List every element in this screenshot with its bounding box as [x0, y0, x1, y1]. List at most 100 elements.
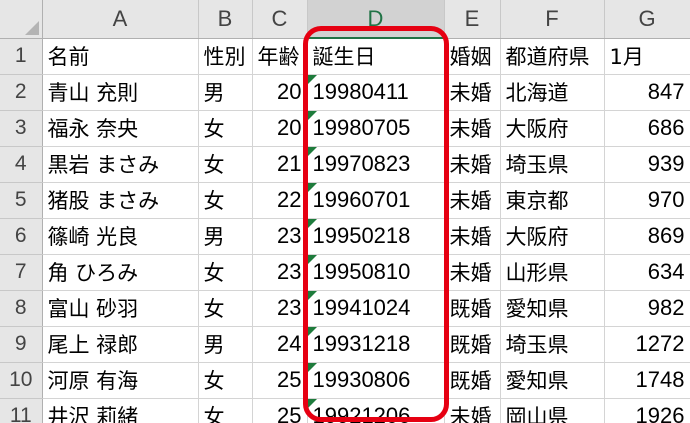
header-january-cell[interactable]: 1月: [604, 38, 690, 75]
column-header-g[interactable]: G: [604, 0, 690, 39]
january-cell[interactable]: 1926: [604, 398, 690, 423]
birthday-cell[interactable]: 19950810: [307, 254, 445, 291]
row-header[interactable]: 8: [0, 290, 43, 327]
column-header-d[interactable]: D: [307, 0, 445, 39]
birthday-value: 19970823: [312, 151, 411, 176]
marital-status-cell[interactable]: 未婚: [444, 110, 501, 147]
header-age-cell[interactable]: 年齢: [252, 38, 308, 75]
name-cell[interactable]: 角 ひろみ: [42, 254, 199, 291]
name-cell[interactable]: 篠崎 光良: [42, 218, 199, 255]
header-prefecture-cell[interactable]: 都道府県: [500, 38, 605, 75]
gender-cell[interactable]: 男: [198, 218, 253, 255]
age-cell[interactable]: 23: [252, 254, 308, 291]
birthday-cell[interactable]: 19980411: [307, 74, 445, 111]
name-cell[interactable]: 河原 有海: [42, 362, 199, 399]
prefecture-cell[interactable]: 愛知県: [500, 290, 605, 327]
marital-status-cell[interactable]: 既婚: [444, 362, 501, 399]
january-cell[interactable]: 939: [604, 146, 690, 183]
row-header[interactable]: 4: [0, 146, 43, 183]
marital-status-cell[interactable]: 既婚: [444, 290, 501, 327]
birthday-cell[interactable]: 19970823: [307, 146, 445, 183]
january-cell[interactable]: 634: [604, 254, 690, 291]
header-birthday-cell[interactable]: 誕生日: [307, 38, 445, 75]
gender-cell[interactable]: 男: [198, 74, 253, 111]
row-header[interactable]: 11: [0, 398, 43, 423]
january-cell[interactable]: 869: [604, 218, 690, 255]
age-cell[interactable]: 24: [252, 326, 308, 363]
marital-status-cell[interactable]: 未婚: [444, 182, 501, 219]
age-cell[interactable]: 23: [252, 290, 308, 327]
age-cell[interactable]: 23: [252, 218, 308, 255]
column-header-f[interactable]: F: [500, 0, 605, 39]
prefecture-cell[interactable]: 岡山県: [500, 398, 605, 423]
january-cell[interactable]: 686: [604, 110, 690, 147]
birthday-cell[interactable]: 19941024: [307, 290, 445, 327]
january-cell[interactable]: 1748: [604, 362, 690, 399]
prefecture-cell[interactable]: 埼玉県: [500, 146, 605, 183]
column-header-c[interactable]: C: [252, 0, 308, 39]
january-cell[interactable]: 982: [604, 290, 690, 327]
birthday-value: 19921206: [312, 403, 411, 423]
birthday-cell[interactable]: 19930806: [307, 362, 445, 399]
age-cell[interactable]: 20: [252, 110, 308, 147]
birthday-cell[interactable]: 19980705: [307, 110, 445, 147]
prefecture-cell[interactable]: 愛知県: [500, 362, 605, 399]
name-cell[interactable]: 猪股 まさみ: [42, 182, 199, 219]
row-header[interactable]: 1: [0, 38, 43, 75]
gender-cell[interactable]: 女: [198, 398, 253, 423]
row-header[interactable]: 9: [0, 326, 43, 363]
marital-status-cell[interactable]: 未婚: [444, 74, 501, 111]
marital-status-cell[interactable]: 未婚: [444, 146, 501, 183]
prefecture-cell[interactable]: 山形県: [500, 254, 605, 291]
row-header[interactable]: 7: [0, 254, 43, 291]
january-cell[interactable]: 847: [604, 74, 690, 111]
birthday-cell[interactable]: 19950218: [307, 218, 445, 255]
marital-status-cell[interactable]: 未婚: [444, 254, 501, 291]
age-cell[interactable]: 20: [252, 74, 308, 111]
age-cell[interactable]: 22: [252, 182, 308, 219]
row-header[interactable]: 3: [0, 110, 43, 147]
gender-cell[interactable]: 男: [198, 326, 253, 363]
prefecture-cell[interactable]: 北海道: [500, 74, 605, 111]
gender-cell[interactable]: 女: [198, 362, 253, 399]
row-header[interactable]: 2: [0, 74, 43, 111]
marital-status-cell[interactable]: 既婚: [444, 326, 501, 363]
column-header-a[interactable]: A: [42, 0, 199, 39]
header-gender-cell[interactable]: 性別: [198, 38, 253, 75]
prefecture-cell[interactable]: 東京都: [500, 182, 605, 219]
name-cell[interactable]: 青山 充則: [42, 74, 199, 111]
gender-cell[interactable]: 女: [198, 110, 253, 147]
header-marital-status-cell[interactable]: 婚姻: [444, 38, 501, 75]
name-cell[interactable]: 井沢 莉緒: [42, 398, 199, 423]
marital-status-cell[interactable]: 未婚: [444, 398, 501, 423]
select-all-button[interactable]: [0, 0, 43, 39]
birthday-cell[interactable]: 19960701: [307, 182, 445, 219]
birthday-cell[interactable]: 19921206: [307, 398, 445, 423]
name-cell[interactable]: 福永 奈央: [42, 110, 199, 147]
age-cell[interactable]: 25: [252, 398, 308, 423]
name-cell[interactable]: 黒岩 まさみ: [42, 146, 199, 183]
gender-cell[interactable]: 女: [198, 254, 253, 291]
prefecture-cell[interactable]: 大阪府: [500, 110, 605, 147]
january-cell[interactable]: 1272: [604, 326, 690, 363]
birthday-cell[interactable]: 19931218: [307, 326, 445, 363]
name-cell[interactable]: 富山 砂羽: [42, 290, 199, 327]
column-header-b[interactable]: B: [198, 0, 253, 39]
gender-cell[interactable]: 女: [198, 182, 253, 219]
select-all-triangle-icon: [24, 20, 39, 35]
prefecture-cell[interactable]: 埼玉県: [500, 326, 605, 363]
age-cell[interactable]: 25: [252, 362, 308, 399]
name-cell[interactable]: 尾上 禄郎: [42, 326, 199, 363]
january-cell[interactable]: 970: [604, 182, 690, 219]
gender-cell[interactable]: 女: [198, 290, 253, 327]
row-header[interactable]: 5: [0, 182, 43, 219]
header-name-cell[interactable]: 名前: [42, 38, 199, 75]
column-header-e[interactable]: E: [444, 0, 501, 39]
marital-status-cell[interactable]: 未婚: [444, 218, 501, 255]
gender-cell[interactable]: 女: [198, 146, 253, 183]
prefecture-cell[interactable]: 大阪府: [500, 218, 605, 255]
row-header[interactable]: 10: [0, 362, 43, 399]
age-cell[interactable]: 21: [252, 146, 308, 183]
table-row: 8 富山 砂羽女 23 19941024 既婚 愛知県 982: [0, 290, 690, 327]
row-header[interactable]: 6: [0, 218, 43, 255]
